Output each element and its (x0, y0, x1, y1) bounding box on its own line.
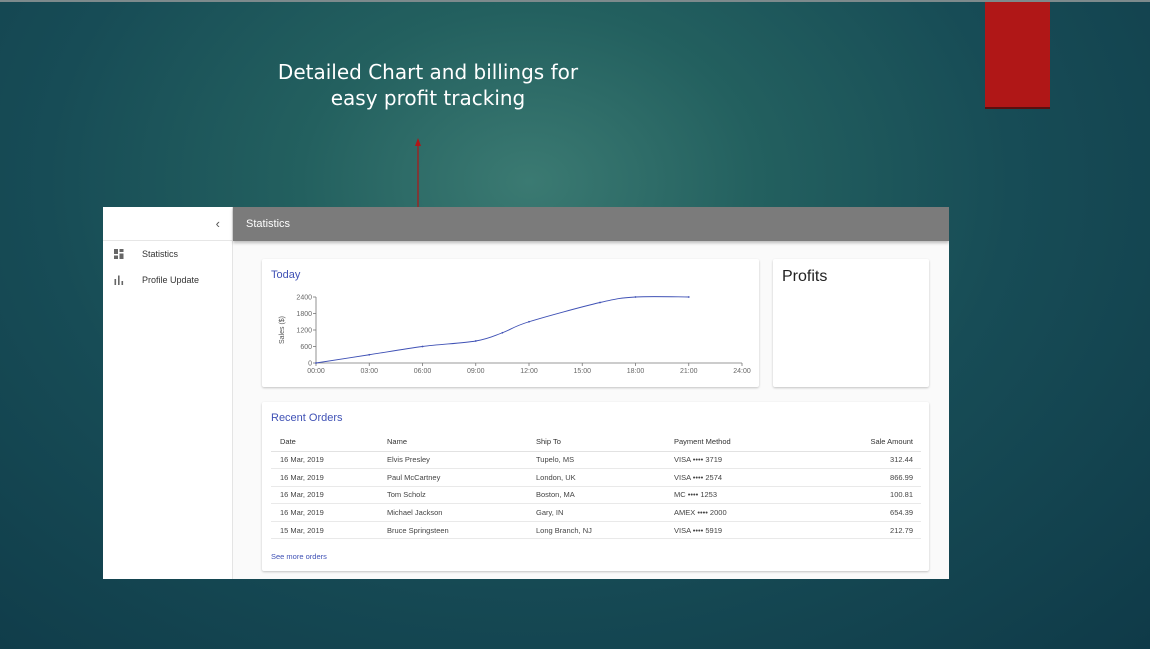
sales-chart: 0 600 1200 1800 2400 00:00 03:00 06:00 09:00 12:0… (279, 295, 751, 376)
y-tick-label: 0 (308, 361, 312, 368)
order-name: Paul McCartney (387, 468, 536, 487)
order-ship-to: London, UK (536, 468, 674, 487)
app-topbar: Statistics (233, 207, 949, 241)
chevron-left-icon[interactable]: ‹ (216, 217, 220, 231)
table-row: 16 Mar, 2019 Paul McCartney London, UK V… (271, 468, 921, 487)
column-header: Name (387, 433, 536, 452)
order-name: Tom Scholz (387, 486, 536, 505)
y-tick-label: 2400 (296, 295, 312, 302)
order-payment: VISA •••• 2574 (674, 468, 814, 487)
column-header: Date (271, 433, 387, 452)
sidebar: ‹ Statistics Profile Update (103, 207, 233, 579)
orders-table: Date Name Ship To Payment Method Sale Am… (271, 433, 921, 540)
y-tick-label: 600 (300, 344, 312, 351)
x-tick-label: 09:00 (467, 368, 485, 375)
app-window: ‹ Statistics Profile Update Statistics T… (103, 207, 949, 579)
data-point (528, 320, 530, 323)
slide-top-border (0, 0, 1150, 2)
slide-accent-block (985, 2, 1050, 109)
order-amount: 654.39 (814, 503, 921, 522)
x-tick-label: 12:00 (520, 368, 538, 375)
x-tick-label: 18:00 (627, 368, 645, 375)
data-point (634, 296, 637, 298)
sidebar-item-profile-update[interactable]: Profile Update (103, 267, 232, 293)
data-point (368, 353, 371, 356)
data-point (501, 331, 504, 334)
order-date: 16 Mar, 2019 (271, 451, 387, 470)
order-amount: 312.44 (814, 451, 921, 470)
x-tick-label: 15:00 (573, 368, 591, 375)
order-ship-to: Long Branch, NJ (536, 521, 674, 540)
order-payment: MC •••• 1253 (674, 486, 814, 505)
page-title: Statistics (246, 218, 291, 230)
order-amount: 212.79 (814, 521, 921, 540)
sidebar-item-label: Statistics (142, 249, 179, 259)
order-name: Elvis Presley (387, 451, 536, 470)
recent-orders-title: Recent Orders (271, 412, 343, 424)
order-date: 16 Mar, 2019 (271, 468, 387, 487)
column-header: Sale Amount (814, 433, 921, 452)
order-payment: VISA •••• 5919 (674, 521, 814, 540)
x-tick-label: 24:00 (733, 368, 751, 375)
order-payment: VISA •••• 3719 (674, 451, 814, 470)
x-tick-label: 03:00 (360, 368, 378, 375)
profits-card: Profits (773, 259, 929, 387)
table-row: 15 Mar, 2019 Bruce Springsteen Long Bran… (271, 521, 921, 540)
chart-card: Today 0 600 1200 1800 2400 00:00 03:00 06:00 09:… (262, 259, 759, 387)
x-tick-label: 06:00 (414, 368, 432, 375)
order-date: 16 Mar, 2019 (271, 503, 387, 522)
data-point (421, 345, 424, 348)
table-row: 16 Mar, 2019 Elvis Presley Tupelo, MS VI… (271, 451, 921, 470)
series-line-0 (315, 296, 689, 364)
sidebar-item-label: Profile Update (142, 275, 200, 285)
order-ship-to: Tupelo, MS (536, 451, 674, 470)
order-payment: AMEX •••• 2000 (674, 503, 814, 522)
bar-chart-icon (114, 275, 124, 285)
x-tick-label: 00:00 (307, 368, 325, 375)
table-header-row: Date Name Ship To Payment Method Sale Am… (271, 433, 921, 452)
order-ship-to: Boston, MA (536, 486, 674, 505)
table-row: 16 Mar, 2019 Tom Scholz Boston, MA MC ••… (271, 486, 921, 505)
recent-orders-card: Recent Orders Date Name Ship To Payment … (262, 402, 929, 571)
y-tick-label: 1800 (296, 311, 312, 318)
order-date: 15 Mar, 2019 (271, 521, 387, 540)
y-axis-label: Sales ($) (279, 316, 286, 344)
column-header: Payment Method (674, 433, 814, 452)
order-name: Bruce Springsteen (387, 521, 536, 540)
slide-title: Detailed Chart and billings for easy pro… (277, 60, 579, 110)
profits-title: Profits (782, 268, 828, 285)
x-tick-label: 21:00 (680, 368, 698, 375)
sidebar-item-statistics[interactable]: Statistics (103, 241, 232, 267)
y-tick-label: 1200 (296, 328, 312, 335)
table-row: 16 Mar, 2019 Michael Jackson Gary, IN AM… (271, 503, 921, 522)
dashboard-icon (114, 249, 124, 259)
sidebar-header: ‹ (103, 207, 232, 241)
order-name: Michael Jackson (387, 503, 536, 522)
order-ship-to: Gary, IN (536, 503, 674, 522)
order-amount: 866.99 (814, 468, 921, 487)
data-point (315, 362, 317, 364)
order-date: 16 Mar, 2019 (271, 486, 387, 505)
data-point (687, 296, 690, 298)
column-header: Ship To (536, 433, 674, 452)
data-point (474, 340, 477, 342)
data-point (599, 301, 601, 304)
order-amount: 100.81 (814, 486, 921, 505)
see-more-orders-link[interactable]: See more orders (271, 552, 327, 561)
